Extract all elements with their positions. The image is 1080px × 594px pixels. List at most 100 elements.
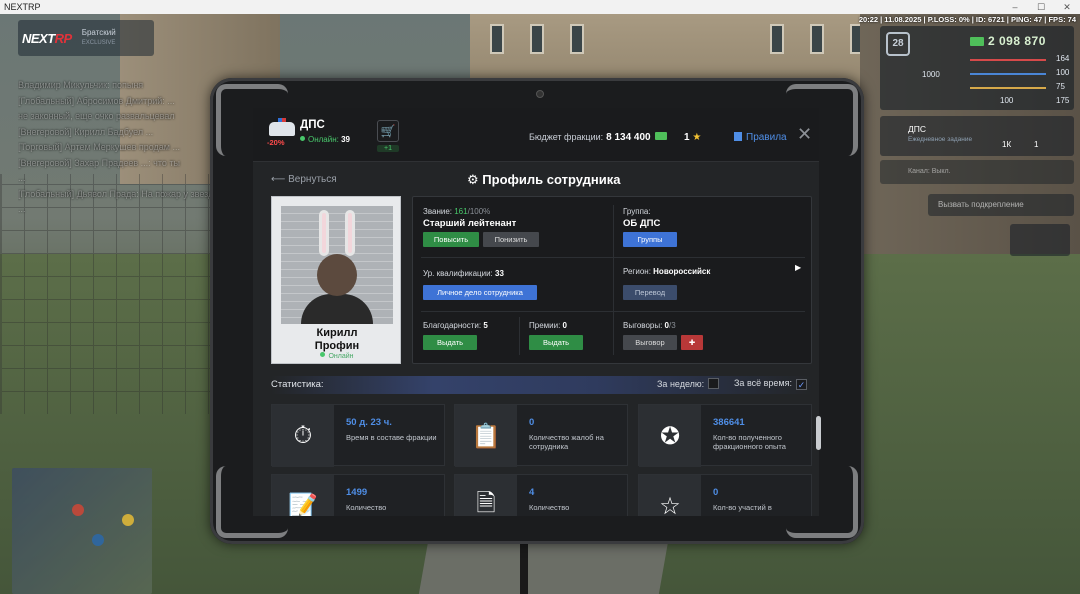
arrow-right-icon[interactable]: ▶ <box>795 263 801 272</box>
gear-icon: ⚙ <box>467 172 479 187</box>
clipboard-icon: 📝 <box>272 475 334 516</box>
minimize-icon[interactable]: – <box>1002 0 1028 14</box>
hunger-bar <box>970 87 1046 89</box>
job-count: 1К <box>1002 140 1012 149</box>
faction-stars: 1 ★ <box>684 132 702 143</box>
faction-budget: Бюджет фракции: 8 134 400 <box>529 132 667 143</box>
stat-label: Кол-во участий в <box>713 503 772 512</box>
maximize-icon[interactable]: ☐ <box>1028 0 1054 14</box>
stat-label: Кол-во полученного фракционного опыта <box>713 433 786 451</box>
warning-button[interactable]: Выговор <box>623 335 677 350</box>
scrollbar[interactable] <box>816 416 821 450</box>
close-window-icon[interactable]: ✕ <box>1054 0 1080 14</box>
employee-name: Кирилл Профин <box>314 327 360 352</box>
job-subtitle: Ежедневное задание <box>908 136 973 143</box>
stat-tile: ☆ 0 Кол-во участий в <box>638 474 812 516</box>
stat-tile: 📝 1499 Количество <box>271 474 445 516</box>
window-titlebar: NEXTRP – ☐ ✕ <box>0 0 1080 14</box>
radio-channel: Канал: Выкл. <box>880 160 1074 184</box>
job-title: ДПС <box>908 124 927 134</box>
discount-badge: -20% <box>267 138 285 147</box>
stat-tile: ✪ 386641 Кол-во полученного фракционного… <box>638 404 812 467</box>
exp-badge-icon: ✪ <box>639 405 701 467</box>
stat-label: Время в составе фракции <box>346 433 437 442</box>
health-bar <box>970 59 1046 61</box>
rules-link[interactable]: Правила <box>734 132 787 143</box>
server-info: 20:22 | 11.08.2025 | P.LOSS: 0% | ID: 67… <box>858 15 1076 24</box>
shop-badge: +1 <box>377 145 399 152</box>
stat-label: Количество жалоб на сотрудника <box>529 433 604 451</box>
armor-value: 100 <box>1056 68 1070 77</box>
call-backup-button[interactable]: Вызвать подкрепление <box>928 194 1074 216</box>
faction-name: ДПС <box>300 119 325 131</box>
stat-label: Количество <box>529 503 570 512</box>
week-checkbox[interactable]: За неделю: <box>657 378 720 389</box>
server-logo: NEXTRP Братский EXCLUSIVE <box>18 20 154 56</box>
money-display: 2 098 870 <box>970 34 1046 48</box>
employee-info-card: Звание: 161/100% Старший лейтенант Повыс… <box>412 196 812 364</box>
stat-value: 1499 <box>346 487 368 498</box>
star-icon: ★ <box>692 132 702 143</box>
give-bonus-button[interactable]: Выдать <box>529 335 583 350</box>
minimap <box>12 468 152 594</box>
stat-tile: ⏱ 50 д. 23 ч. Время в составе фракции <box>271 404 445 467</box>
back-button[interactable]: ⟵ Вернуться <box>271 174 337 185</box>
stat-value: 4 <box>529 487 535 498</box>
personal-file-button[interactable]: Личное дело сотрудника <box>423 285 537 300</box>
player-stats-panel: 28 2 098 870 1000 164 100 75 175 100 <box>880 26 1074 110</box>
thanks-field: Благодарности: 5 <box>423 321 488 330</box>
qr-code-icon <box>1010 224 1070 256</box>
stat-value: 1000 <box>922 70 940 79</box>
region-field: Регион: Новороссийск <box>623 267 711 276</box>
page-title: ⚙ Профиль сотрудника <box>467 172 621 187</box>
server-name: Братский EXCLUSIVE <box>81 28 116 46</box>
stat-value: 386641 <box>713 417 745 428</box>
employee-status: Онлайн <box>272 352 402 360</box>
group-value: ОБ ДПС <box>623 218 661 229</box>
thirst-value: 175 <box>1056 96 1070 105</box>
rank-field: Звание: 161/100% <box>423 207 491 216</box>
statistics-header: Статистика: За неделю: За всё время: ✓ <box>271 376 812 394</box>
warnings-field: Выговоры: 0/3 <box>623 321 676 330</box>
armor-bar <box>970 73 1046 75</box>
alltime-checkbox[interactable]: За всё время: ✓ <box>734 378 807 390</box>
star-icon: ☆ <box>639 475 701 516</box>
faction-online: Онлайн: 39 <box>300 135 350 144</box>
window-title: NEXTRP <box>4 2 41 12</box>
remove-warning-icon[interactable]: ✚ <box>681 335 703 350</box>
stat-value: 50 д. 23 ч. <box>346 417 392 428</box>
job-task-panel: ДПС Ежедневное задание 1К 1 <box>880 116 1074 156</box>
transfer-button[interactable]: Перевод <box>623 285 677 300</box>
hunger-value: 75 <box>1056 82 1065 91</box>
stat-value: 0 <box>529 417 535 428</box>
qualification-field: Ур. квалификации: 33 <box>423 269 504 278</box>
employee-avatar <box>281 206 393 324</box>
shop-cart-icon[interactable]: 🛒 <box>377 120 399 142</box>
stat-value: 0 <box>713 487 719 498</box>
document-icon: 🗎 <box>455 475 517 516</box>
employee-photo-card: Кирилл Профин Онлайн <box>271 196 401 364</box>
stamina-value: 100 <box>1000 96 1014 105</box>
faction-header: -20% ДПС Онлайн: 39 🛒 +1 Бюджет фракции:… <box>253 108 819 162</box>
tablet-screen: -20% ДПС Онлайн: 39 🛒 +1 Бюджет фракции:… <box>253 108 819 516</box>
police-car-icon: -20% <box>267 116 297 148</box>
give-thanks-button[interactable]: Выдать <box>423 335 477 350</box>
stat-label: Количество <box>346 503 387 512</box>
tablet-camera <box>536 90 544 98</box>
promote-button[interactable]: Повысить <box>423 232 479 247</box>
complaint-icon: 📋 <box>455 405 517 467</box>
bonus-field: Премии: 0 <box>529 321 567 330</box>
arrow-left-icon: ⟵ <box>271 174 286 185</box>
stopwatch-icon: ⏱ <box>272 405 334 467</box>
stat-tile: 📋 0 Количество жалоб на сотрудника <box>454 404 628 467</box>
rank-name: Старший лейтенант <box>423 218 517 229</box>
health-value: 164 <box>1056 54 1070 63</box>
close-icon[interactable]: ✕ <box>797 125 812 143</box>
stat-tile: 🗎 4 Количество <box>454 474 628 516</box>
brand-logo: NEXTRP <box>22 30 72 46</box>
level-badge: 28 <box>886 32 910 56</box>
groups-button[interactable]: Группы <box>623 232 677 247</box>
window-controls: – ☐ ✕ <box>1002 0 1080 14</box>
job-count: 1 <box>1034 140 1039 149</box>
demote-button[interactable]: Понизить <box>483 232 539 247</box>
